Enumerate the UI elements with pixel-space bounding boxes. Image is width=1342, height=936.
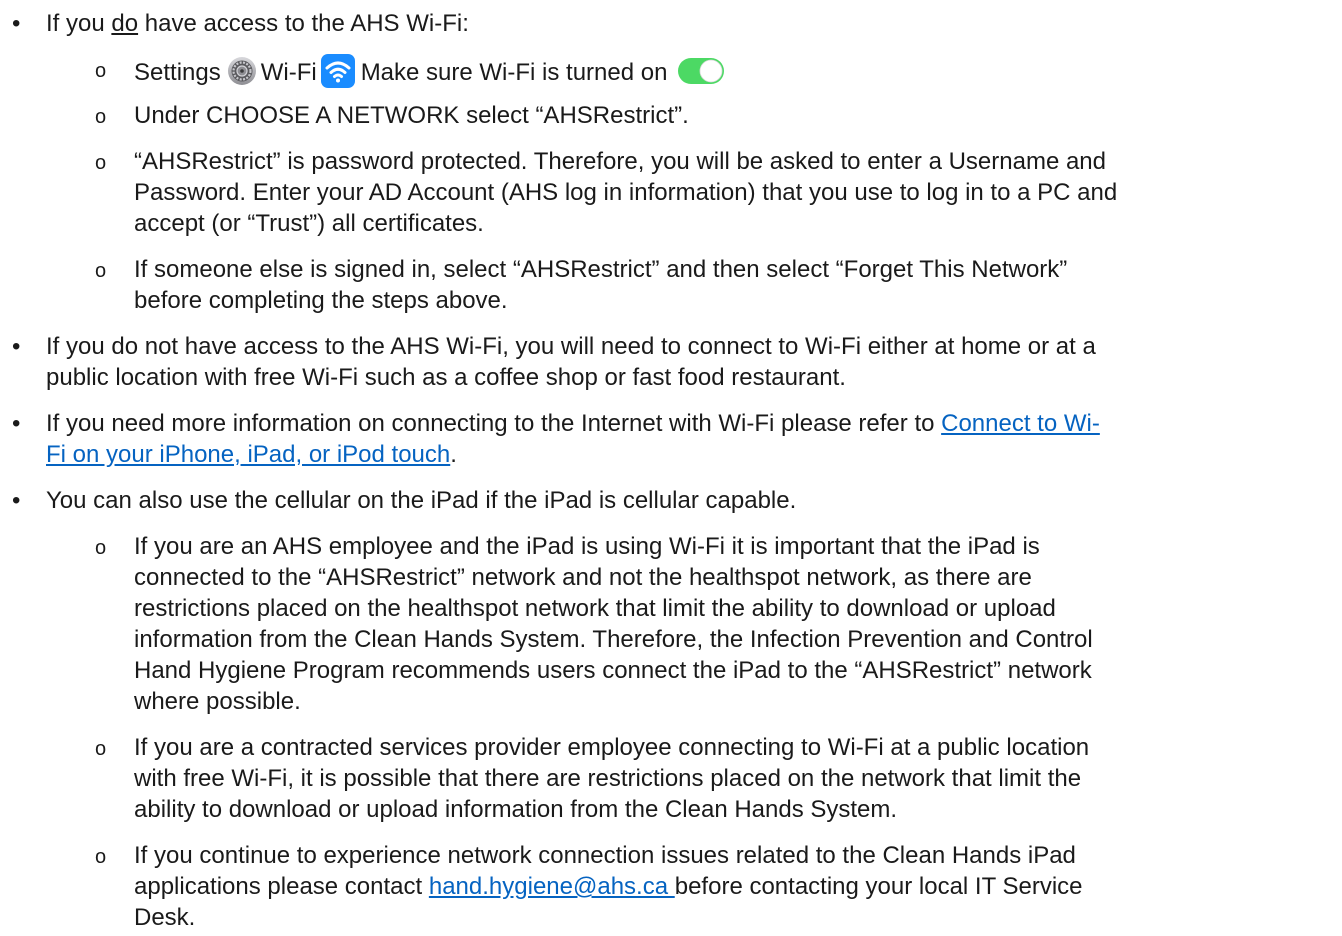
bullet-marker: • [12, 410, 21, 437]
sub-bullet-marker: o [95, 60, 107, 82]
sub-bullet-text: Settings Wi-Fi Make sure Wi-Fi is turned… [134, 54, 725, 88]
sub-bullet-marker: o [95, 152, 107, 174]
emphasis-do: do [111, 10, 139, 37]
sub-bullet-text: Under CHOOSE A NETWORK select “AHSRestri… [134, 102, 689, 129]
hand-hygiene-email-link[interactable]: hand.hygiene@ahs.ca [429, 873, 675, 900]
sub-bullet-marker: o [95, 738, 107, 760]
settings-gear-icon [227, 57, 256, 85]
bullet-marker: • [12, 487, 21, 514]
bullet-text: If you do have access to the AHS Wi-Fi: [46, 10, 469, 37]
sub-bullet-marker: o [95, 537, 107, 559]
sub-bullet-marker: o [95, 106, 107, 128]
sub-bullet-marker: o [95, 260, 107, 282]
bullet-marker: • [12, 10, 21, 37]
wifi-icon [320, 54, 355, 88]
sub-bullet-marker: o [95, 846, 107, 868]
bullet-marker: • [12, 333, 21, 360]
document-page: • If you do have access to the AHS Wi-Fi… [12, 10, 1118, 931]
connect-to-wifi-link-continued[interactable]: Fi on your iPhone, iPad, or iPod touch [46, 441, 450, 468]
toggle-on-icon [678, 58, 725, 84]
connect-to-wifi-link[interactable]: Connect to Wi- [941, 410, 1100, 437]
